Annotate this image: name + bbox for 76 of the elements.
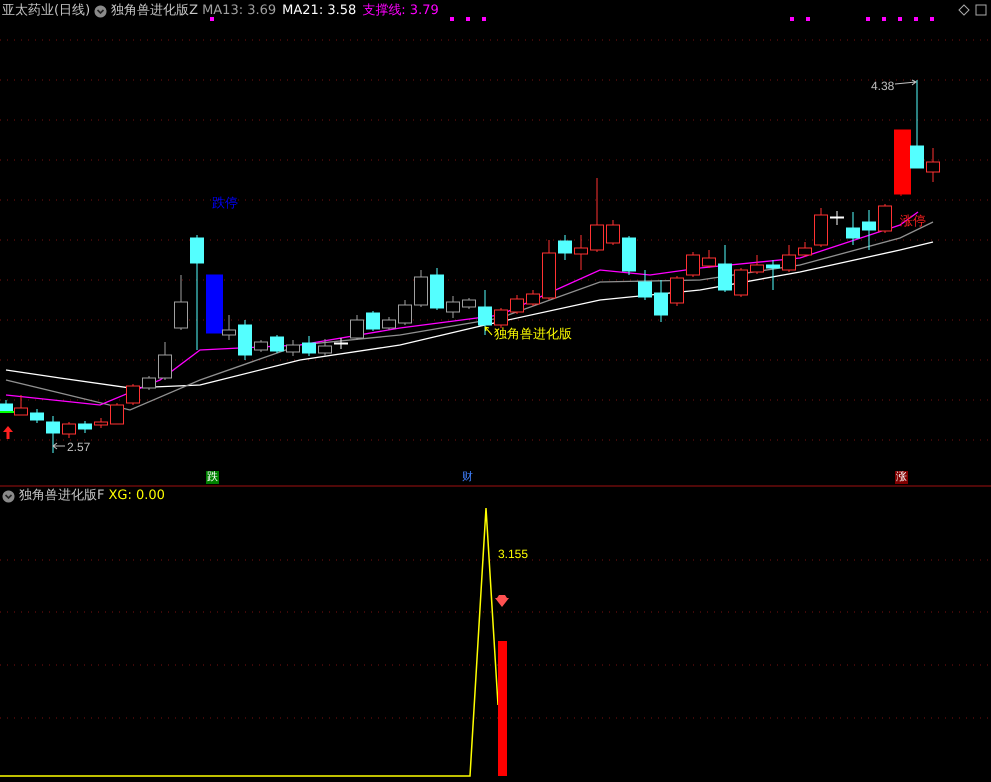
candlestick <box>126 384 140 406</box>
candlestick <box>158 342 172 380</box>
candlestick <box>606 220 620 246</box>
limit-down-marker: 跌 <box>206 471 219 484</box>
candlestick <box>510 294 524 314</box>
candlestick <box>142 376 156 390</box>
high-price-label: 4.38 <box>871 79 894 93</box>
candlestick <box>526 290 540 306</box>
finance-marker: 财 <box>461 471 474 484</box>
xg-readout: XG: 0.00 <box>108 488 165 504</box>
candlestick <box>750 254 764 274</box>
candlestick <box>814 208 828 248</box>
high-pointer-arrow <box>894 80 917 86</box>
low-pointer-arrow <box>52 442 66 450</box>
candlestick <box>782 244 796 272</box>
candlestick <box>926 148 940 182</box>
candlestick <box>462 298 476 310</box>
indicator-name: 独角兽进化版Z <box>111 3 198 19</box>
candlestick <box>766 260 780 290</box>
low-price-label: 2.57 <box>67 440 90 454</box>
candlestick <box>718 244 732 292</box>
sub-indicator-name: 独角兽进化版F <box>19 488 104 504</box>
signal-label: 独角兽进化版 <box>494 327 572 341</box>
candlestick <box>366 310 380 332</box>
candlestick <box>622 236 636 276</box>
candlestick <box>894 130 911 196</box>
candlestick <box>798 242 812 258</box>
candlestick <box>286 340 300 356</box>
candlestick <box>430 268 444 310</box>
stock-title: 亚太药业(日线) <box>2 3 90 19</box>
candlestick <box>686 252 700 278</box>
candlestick <box>46 416 60 454</box>
candlestick <box>702 250 716 268</box>
peak-value-label: 3.155 <box>498 547 528 561</box>
candlestick <box>110 402 124 424</box>
candlestick <box>878 204 892 234</box>
signal-pointer-arrow <box>484 326 492 336</box>
candlestick <box>334 338 348 350</box>
candlestick <box>734 268 748 298</box>
indicator-readout: 支撑线: 3.79 <box>362 3 439 19</box>
candlestick <box>414 270 428 308</box>
candlestick <box>382 316 396 330</box>
candlestick <box>30 408 44 424</box>
candlestick <box>270 334 284 354</box>
candlestick <box>350 314 364 340</box>
candlestick <box>446 296 460 318</box>
candlestick <box>94 418 108 428</box>
dropdown-icon[interactable] <box>94 4 108 18</box>
panel-toggle-icon[interactable] <box>975 4 987 16</box>
limit-down-label: 跌停 <box>212 196 238 210</box>
candlestick <box>670 276 684 306</box>
candlestick <box>398 300 412 326</box>
candlestick <box>78 420 92 434</box>
gem-icon <box>495 595 509 607</box>
indicator-readout: MA21: 3.58 <box>282 3 356 19</box>
candlestick <box>478 290 492 336</box>
limit-up-marker: 涨 <box>895 471 908 484</box>
up-arrow-icon <box>3 426 13 439</box>
candlestick <box>574 234 588 270</box>
indicator-readout: MA13: 3.69 <box>202 3 276 19</box>
candlestick <box>830 210 844 226</box>
candlestick <box>238 320 252 360</box>
candlestick <box>638 270 652 300</box>
candlestick <box>862 210 876 250</box>
candlestick <box>318 338 332 356</box>
settings-diamond-icon[interactable] <box>958 4 970 16</box>
candlestick <box>62 422 76 438</box>
candlestick <box>654 280 668 322</box>
candlestick <box>846 212 860 246</box>
candlestick <box>542 240 556 300</box>
candlestick <box>254 340 268 352</box>
candlestick <box>174 274 188 330</box>
candlestick <box>302 336 316 356</box>
dropdown-icon[interactable] <box>2 490 15 502</box>
candlestick <box>558 234 572 260</box>
candlestick <box>494 308 508 328</box>
